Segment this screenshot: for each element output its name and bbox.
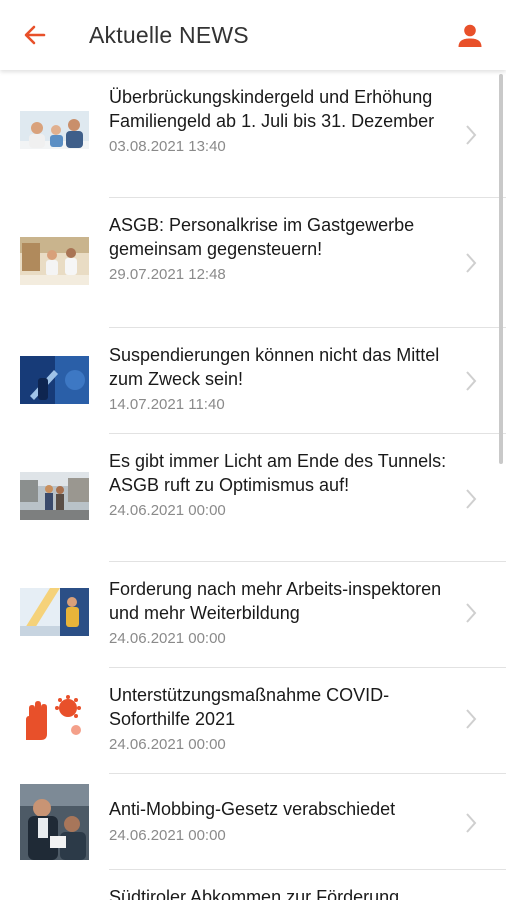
arrow-left-icon	[24, 25, 46, 45]
news-date: 24.06.2021 00:00	[109, 826, 226, 844]
covid-hand-illustration-icon	[20, 694, 89, 742]
chevron-right-icon	[466, 603, 477, 623]
chevron-right-icon	[466, 813, 477, 833]
news-date: 29.07.2021 12:48	[109, 266, 226, 283]
news-thumbnail	[20, 784, 89, 860]
restaurant-photo-icon	[20, 237, 89, 285]
news-thumbnail	[20, 111, 89, 159]
news-date: 24.06.2021 00:00	[109, 630, 226, 647]
news-date: 24.06.2021 00:00	[109, 502, 226, 519]
news-thumbnail	[20, 694, 89, 742]
office-photo-icon	[20, 784, 89, 860]
news-list: Überbrückungskindergeld und Erhöhung Fam…	[0, 72, 506, 900]
scrollbar[interactable]	[499, 74, 503, 464]
list-item[interactable]: Forderung nach mehr Arbeits-inspektoren …	[0, 562, 506, 668]
chevron-right-icon	[466, 125, 477, 145]
news-title: Überbrückungskindergeld und Erhöhung Fam…	[109, 87, 435, 131]
news-date: 14.07.2021 11:40	[109, 396, 225, 413]
back-button[interactable]	[20, 20, 50, 50]
news-title: Anti-Mobbing-Gesetz verabschiedet	[109, 799, 396, 819]
list-item[interactable]: Überbrückungskindergeld und Erhöhung Fam…	[0, 72, 506, 198]
news-title: Es gibt immer Licht am Ende des Tunnels:…	[109, 451, 447, 495]
page-title: Aktuelle NEWS	[89, 22, 249, 48]
news-date: 24.06.2021 00:00	[109, 736, 226, 753]
news-thumbnail	[20, 356, 89, 404]
worker-photo-icon	[20, 588, 89, 636]
news-thumbnail	[20, 237, 89, 285]
list-item[interactable]: ASGB: Personalkrise im Gastgewerbe gemei…	[0, 198, 506, 328]
family-photo-icon	[20, 111, 89, 159]
news-title: Südtiroler Abkommen zur Förderung	[109, 887, 400, 900]
news-title: ASGB: Personalkrise im Gastgewerbe gemei…	[109, 215, 415, 259]
news-title: Suspendierungen können nicht das Mittel …	[109, 345, 440, 389]
list-item[interactable]: Südtiroler Abkommen zur Förderung	[0, 870, 506, 900]
chevron-right-icon	[466, 371, 477, 391]
street-photo-icon	[20, 472, 89, 520]
list-item[interactable]: Anti-Mobbing-Gesetz verabschiedet 24.06.…	[0, 774, 506, 870]
news-thumbnail	[20, 472, 89, 520]
news-title: Unterstützungsmaßnahme COVID-Soforthilfe…	[109, 685, 390, 729]
chevron-right-icon	[466, 489, 477, 509]
person-icon	[458, 24, 482, 47]
syringe-photo-icon	[20, 356, 89, 404]
news-thumbnail	[20, 588, 89, 636]
app-bar: Aktuelle NEWS	[0, 0, 506, 70]
news-date: 03.08.2021 13:40	[109, 138, 226, 155]
list-item[interactable]: Es gibt immer Licht am Ende des Tunnels:…	[0, 434, 506, 562]
profile-button[interactable]	[454, 20, 486, 52]
chevron-right-icon	[466, 709, 477, 729]
list-item[interactable]: Suspendierungen können nicht das Mittel …	[0, 328, 506, 434]
chevron-right-icon	[466, 253, 477, 273]
news-title: Forderung nach mehr Arbeits-inspektoren …	[109, 579, 442, 623]
list-item[interactable]: Unterstützungsmaßnahme COVID-Soforthilfe…	[0, 668, 506, 774]
